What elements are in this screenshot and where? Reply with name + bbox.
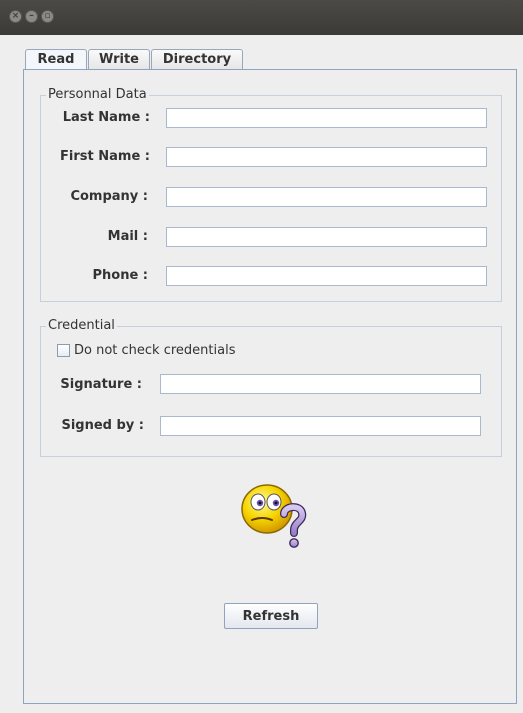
phone-field[interactable] — [166, 266, 487, 286]
tab-write-label: Write — [98, 52, 139, 67]
company-field[interactable] — [166, 187, 487, 207]
last-name-field[interactable] — [166, 108, 487, 128]
tab-directory[interactable]: Directory — [151, 49, 243, 70]
window-titlebar: × – ▫ — [0, 0, 523, 35]
first-name-label: First Name : — [60, 149, 150, 164]
tab-directory-label: Directory — [162, 52, 232, 67]
confused-emoticon-icon — [241, 484, 307, 548]
signature-field[interactable] — [160, 374, 481, 394]
signed-by-label: Signed by : — [61, 418, 144, 433]
do-not-check-credentials-checkbox[interactable] — [57, 344, 70, 357]
signed-by-field[interactable] — [160, 416, 481, 436]
last-name-label: Last Name : — [62, 110, 150, 125]
refresh-button[interactable]: Refresh — [224, 603, 318, 629]
tab-read-label: Read — [37, 52, 75, 67]
tab-read[interactable]: Read — [25, 49, 87, 71]
company-label: Company : — [70, 189, 148, 204]
mail-field[interactable] — [166, 227, 487, 247]
maximize-icon[interactable]: ▫ — [41, 10, 54, 23]
mail-label: Mail : — [107, 229, 148, 244]
close-icon[interactable]: × — [9, 10, 22, 23]
minimize-icon[interactable]: – — [25, 10, 38, 23]
first-name-field[interactable] — [166, 147, 487, 167]
signature-label: Signature : — [60, 377, 142, 392]
personal-data-legend: Personnal Data — [46, 87, 149, 102]
do-not-check-credentials-label[interactable]: Do not check credentials — [74, 343, 235, 358]
credential-legend: Credential — [46, 318, 117, 333]
phone-label: Phone : — [92, 268, 148, 283]
tab-write[interactable]: Write — [88, 49, 150, 70]
